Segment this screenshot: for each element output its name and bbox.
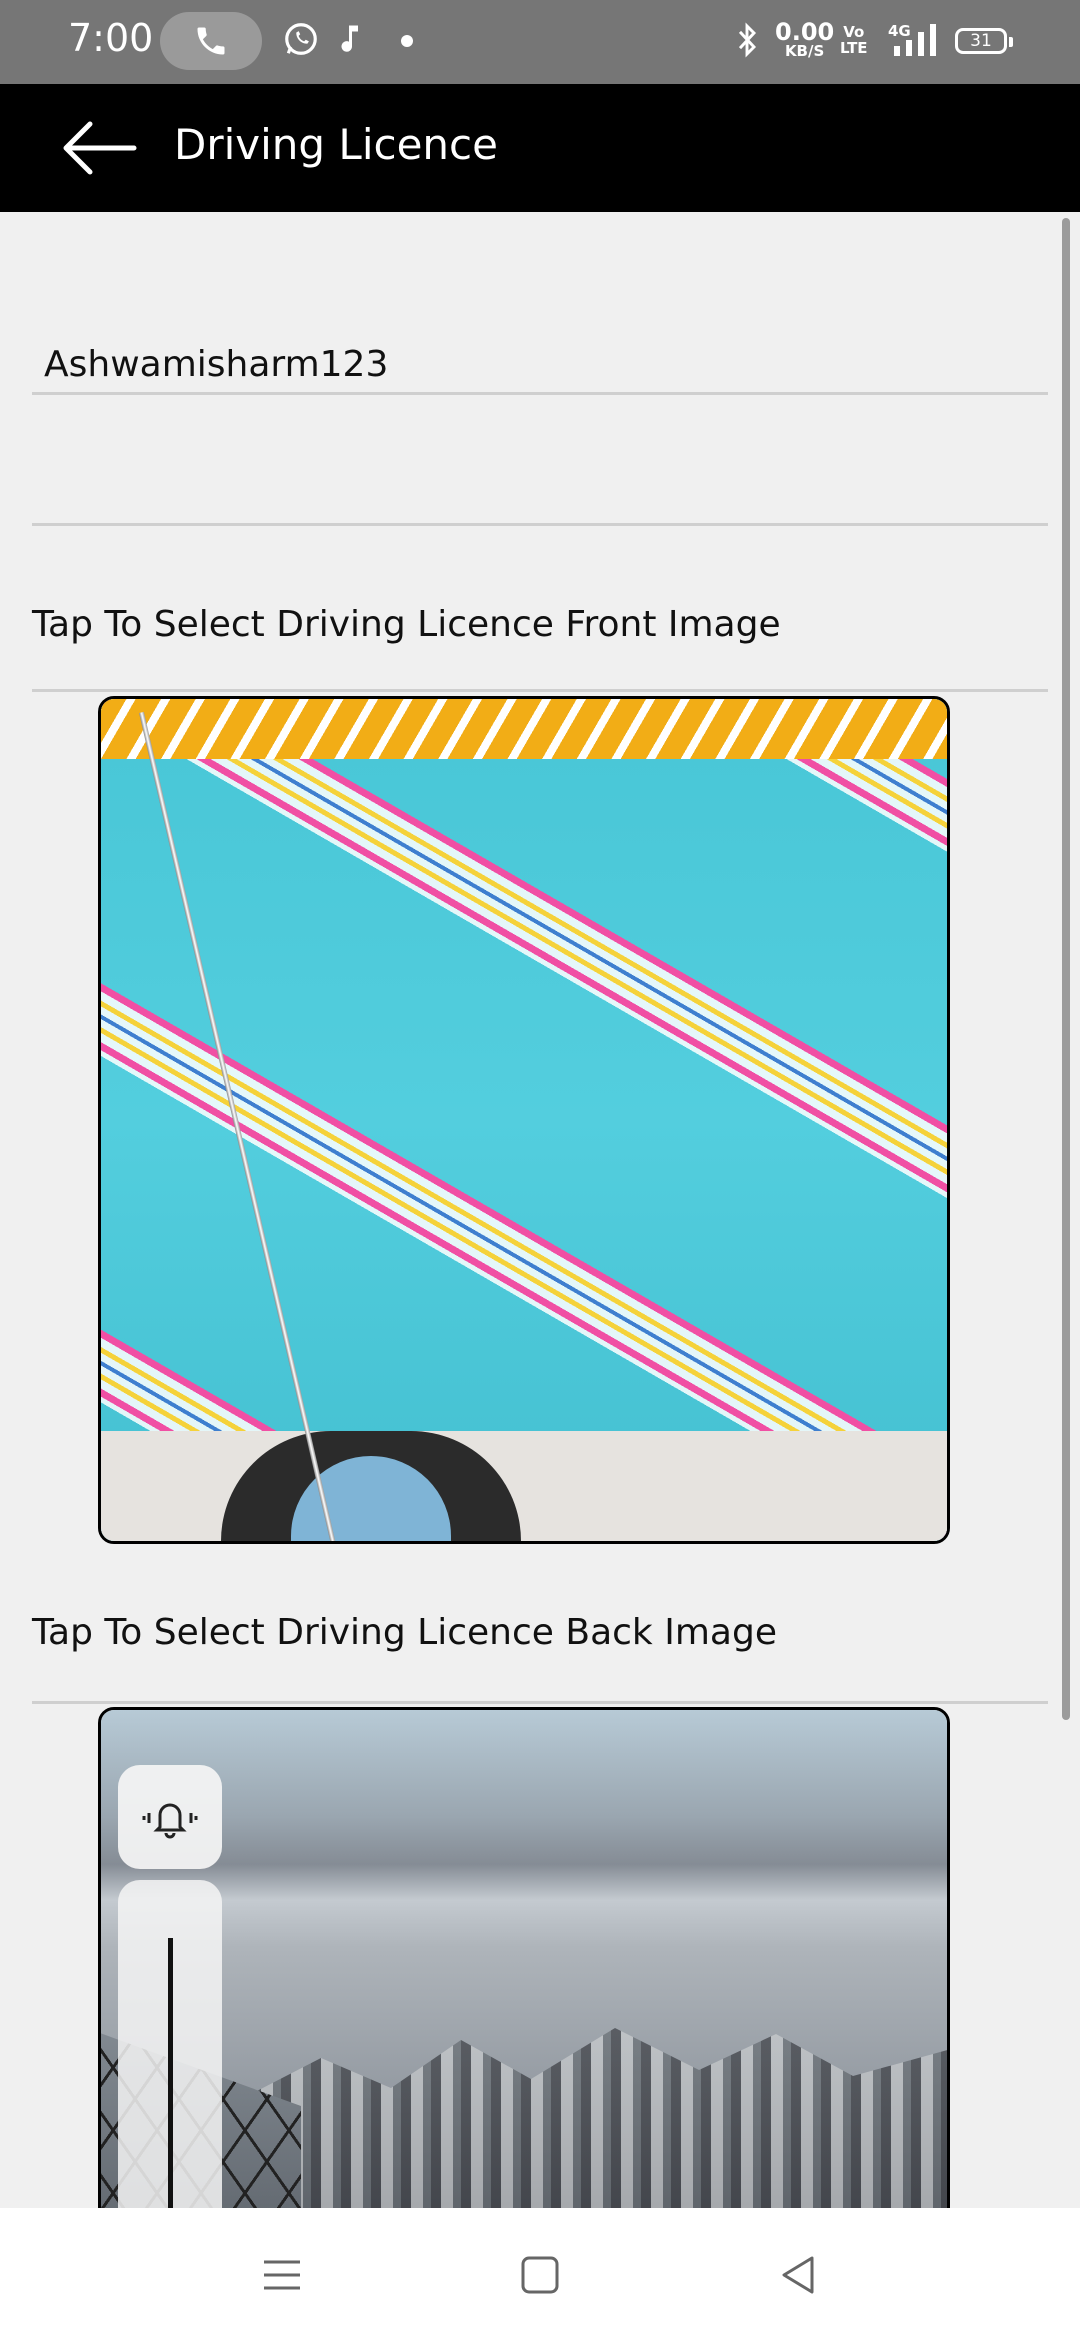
dot-icon: [401, 35, 413, 47]
music-icon: [341, 25, 358, 52]
home-square-icon: [521, 2256, 559, 2294]
username-value: Ashwamisharm123: [44, 344, 389, 385]
page-title: Driving Licence: [174, 120, 498, 169]
volume-slider[interactable]: [118, 1880, 222, 2210]
menu-icon: [264, 2260, 300, 2290]
network-speed-value: 0.00: [775, 18, 835, 46]
system-nav-bar: [0, 2208, 1080, 2340]
battery-indicator: 31: [955, 28, 1013, 54]
network-speed: 0.00 KB/S: [775, 20, 834, 59]
volume-slider-track: [168, 1938, 173, 2210]
volte-indicator: Vo LTE: [840, 23, 868, 57]
ringer-mode-button[interactable]: [118, 1765, 222, 1869]
network-speed-unit: KB/S: [784, 42, 825, 60]
home-button[interactable]: [510, 2250, 570, 2300]
ongoing-call-chip[interactable]: [160, 12, 262, 70]
arrow-left-icon: [63, 121, 137, 175]
front-image-selector-label[interactable]: Tap To Select Driving Licence Front Imag…: [32, 552, 1048, 692]
back-button[interactable]: [56, 116, 140, 180]
bell-vibrate-icon: [142, 1803, 198, 1839]
system-back-button[interactable]: [768, 2250, 828, 2300]
back-image-preview[interactable]: [98, 1707, 950, 2212]
second-text-field[interactable]: [32, 395, 1048, 526]
signal-icon: [894, 24, 936, 56]
front-photo: [101, 699, 947, 1541]
scrollbar[interactable]: [1062, 218, 1070, 1720]
username-field[interactable]: Ashwamisharm123: [32, 262, 1048, 395]
front-image-label-text: Tap To Select Driving Licence Front Imag…: [32, 604, 781, 645]
bluetooth-icon: [738, 22, 757, 58]
back-image-selector-label[interactable]: Tap To Select Driving Licence Back Image: [32, 1564, 1048, 1704]
status-time: 7:00: [68, 16, 154, 60]
recents-button[interactable]: [252, 2250, 312, 2300]
phone-call-icon: [197, 27, 225, 55]
front-image-preview[interactable]: [98, 696, 950, 1544]
status-bar: 7:00 0.00 KB/S Vo LTE 4G 31: [0, 0, 1080, 84]
whatsapp-icon: [285, 23, 317, 55]
app-bar: Driving Licence: [0, 84, 1080, 212]
back-photo: [101, 1710, 947, 2212]
back-image-label-text: Tap To Select Driving Licence Back Image: [32, 1612, 777, 1653]
back-triangle-icon: [782, 2256, 814, 2294]
